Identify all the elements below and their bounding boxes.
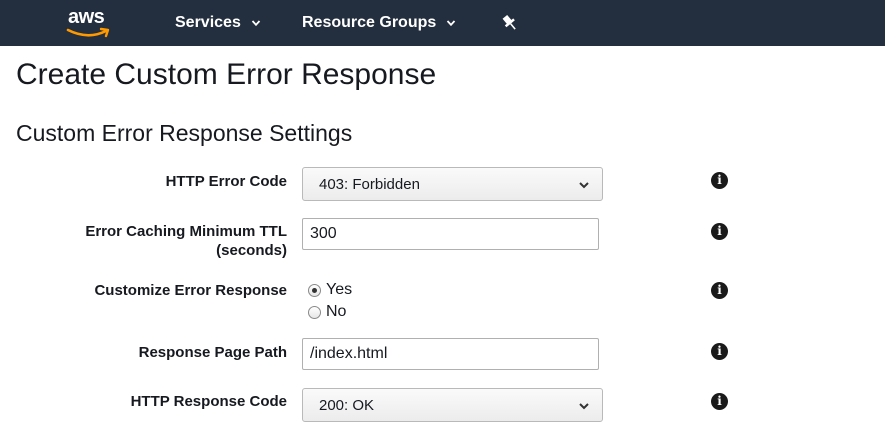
http-error-code-select[interactable]: 403: Forbidden bbox=[302, 167, 603, 201]
aws-logo[interactable]: aws bbox=[64, 6, 118, 40]
chevron-down-icon bbox=[251, 20, 261, 27]
chevron-down-icon bbox=[579, 403, 589, 410]
http-error-code-label: HTTP Error Code bbox=[165, 173, 287, 190]
response-page-path-label: Response Page Path bbox=[138, 344, 287, 361]
chevron-down-icon bbox=[447, 20, 456, 27]
pin-icon[interactable] bbox=[501, 13, 519, 33]
info-icon[interactable]: i bbox=[711, 282, 728, 299]
error-caching-ttl-label-line2: (seconds) bbox=[216, 242, 287, 259]
services-label: Services bbox=[175, 14, 241, 31]
http-response-code-label: HTTP Response Code bbox=[130, 393, 287, 410]
info-icon[interactable]: i bbox=[711, 343, 728, 360]
error-caching-ttl-label-line1: Error Caching Minimum TTL bbox=[85, 223, 287, 240]
resource-groups-menu-button[interactable]: Resource Groups bbox=[302, 12, 456, 34]
error-caching-ttl-label: Error Caching Minimum TTL (seconds) bbox=[85, 222, 287, 260]
info-icon[interactable]: i bbox=[711, 223, 728, 240]
services-menu-button[interactable]: Services bbox=[175, 12, 261, 34]
info-icon[interactable]: i bbox=[711, 393, 728, 410]
radio-yes-label: Yes bbox=[326, 281, 353, 298]
radio-yes[interactable] bbox=[308, 283, 321, 297]
info-icon[interactable]: i bbox=[711, 172, 728, 189]
chevron-down-icon bbox=[579, 182, 589, 189]
response-page-path-input[interactable] bbox=[302, 338, 599, 370]
customize-error-response-no-option[interactable]: No bbox=[308, 303, 346, 321]
http-response-code-select[interactable]: 200: OK bbox=[302, 388, 603, 422]
top-nav-bar: aws Services Resource Groups bbox=[0, 0, 885, 46]
customize-error-response-yes-option[interactable]: Yes bbox=[308, 281, 352, 299]
resource-groups-label: Resource Groups bbox=[302, 14, 437, 31]
page-title: Create Custom Error Response bbox=[16, 58, 437, 91]
aws-smile-icon bbox=[66, 27, 110, 38]
error-caching-ttl-input[interactable] bbox=[302, 218, 599, 250]
section-title: Custom Error Response Settings bbox=[16, 120, 353, 146]
radio-no-label: No bbox=[326, 303, 347, 320]
customize-error-response-label: Customize Error Response bbox=[94, 282, 287, 299]
http-response-code-value: 200: OK bbox=[319, 396, 375, 414]
radio-no[interactable] bbox=[308, 305, 321, 319]
http-error-code-value: 403: Forbidden bbox=[319, 175, 420, 193]
